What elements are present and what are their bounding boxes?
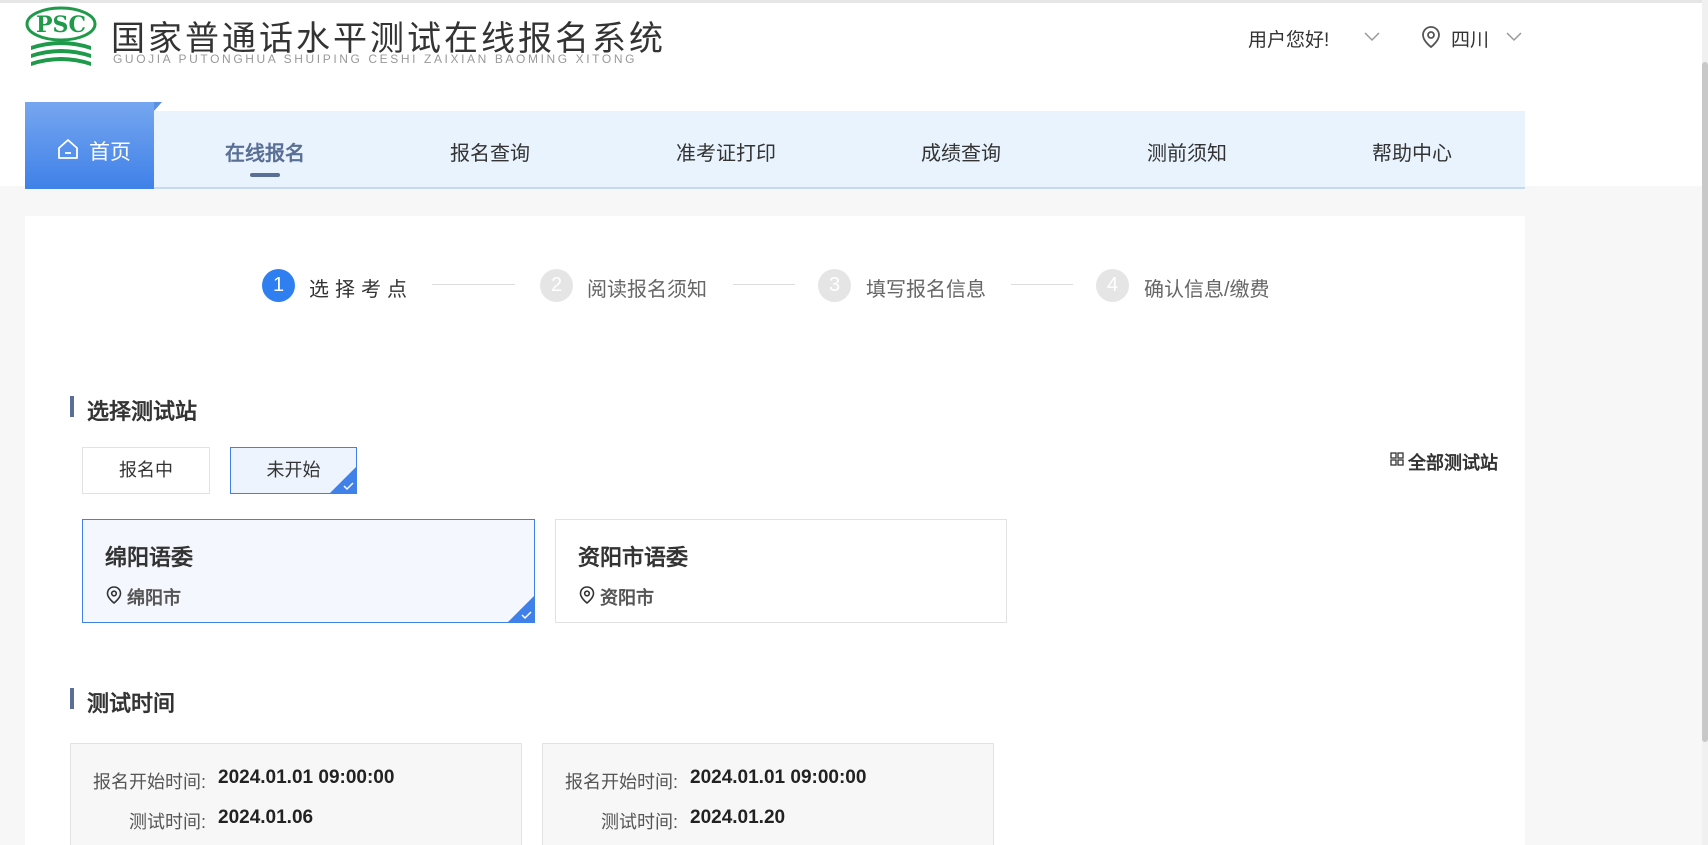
nav-online-register[interactable]: 在线报名: [225, 137, 305, 166]
user-greeting[interactable]: 用户您好!: [1248, 25, 1329, 52]
site-subtitle: GUOJIA PUTONGHUA SHUIPING CESHI ZAIXIAN …: [113, 52, 638, 66]
step-4-label: 确认信息/缴费: [1144, 279, 1270, 301]
nav-register-query[interactable]: 报名查询: [450, 137, 530, 166]
step-2-number: 2: [540, 269, 573, 302]
station-section-title: 选择测试站: [87, 399, 198, 424]
step-3-label: 填写报名信息: [866, 279, 986, 301]
nav-home-label: 首页: [89, 141, 131, 164]
test-time-value: 2024.01.20: [690, 807, 786, 828]
page-scrollbar-thumb[interactable]: [1702, 62, 1708, 742]
start-time-value: 2024.01.01 09:00:00: [690, 767, 867, 788]
station-city: 资阳市: [600, 588, 654, 608]
step-4-number: 4: [1096, 269, 1129, 302]
start-time-label: 报名开始时间:: [564, 772, 678, 792]
test-time-card[interactable]: 报名开始时间: 2024.01.01 09:00:00 测试时间: 2024.0…: [542, 743, 994, 845]
tab-not-started-label: 未开始: [266, 460, 321, 480]
main-nav: 首页 在线报名 报名查询 准考证打印 成绩查询 测前须知 帮助中心: [25, 102, 1525, 189]
nav-admission-print[interactable]: 准考证打印: [676, 137, 776, 166]
time-section-title: 测试时间: [87, 691, 176, 716]
site-logo[interactable]: PSC 国家普通话水平测试在线报名系统 GUOJIA PUTONGHUA SHU…: [25, 6, 685, 72]
station-city: 绵阳市: [127, 588, 181, 608]
station-card[interactable]: 绵阳语委 绵阳市: [82, 519, 535, 623]
chevron-down-icon[interactable]: [1506, 32, 1522, 42]
start-time-value: 2024.01.01 09:00:00: [218, 767, 395, 788]
step-connector: [432, 284, 515, 285]
section-bar: [70, 688, 74, 709]
test-time-value: 2024.01.06: [218, 807, 314, 828]
home-icon: [58, 139, 78, 159]
nav-pretest-notice[interactable]: 测前须知: [1147, 137, 1227, 166]
step-connector: [1011, 284, 1073, 285]
checkmark-icon: [343, 482, 354, 491]
nav-home-fold: [154, 102, 162, 111]
test-time-label: 测试时间:: [128, 812, 206, 832]
checkmark-icon: [521, 611, 532, 620]
test-time-card[interactable]: 报名开始时间: 2024.01.01 09:00:00 测试时间: 2024.0…: [70, 743, 522, 845]
station-name: 绵阳语委: [105, 545, 194, 570]
station-name: 资阳市语委: [578, 545, 689, 570]
tab-not-started[interactable]: 未开始: [230, 447, 357, 494]
location-label[interactable]: 四川: [1451, 25, 1489, 52]
grid-icon[interactable]: [1390, 452, 1404, 466]
nav-home[interactable]: 首页: [25, 102, 162, 189]
location-pin-icon[interactable]: [1420, 25, 1442, 49]
step-1-label: 选择考点: [309, 279, 413, 301]
section-bar: [70, 396, 74, 417]
svg-text:PSC: PSC: [36, 12, 86, 38]
step-1-number: 1: [262, 269, 295, 302]
step-connector: [733, 284, 795, 285]
location-pin-icon: [579, 586, 595, 604]
selected-corner-mark: [330, 467, 356, 493]
nav-score-query[interactable]: 成绩查询: [921, 137, 1001, 166]
top-header: PSC 国家普通话水平测试在线报名系统 GUOJIA PUTONGHUA SHU…: [0, 0, 1708, 189]
location-pin-icon: [106, 586, 122, 604]
chevron-down-icon[interactable]: [1364, 32, 1380, 42]
start-time-label: 报名开始时间:: [92, 772, 206, 792]
tab-registering[interactable]: 报名中: [82, 447, 210, 494]
nav-help-center[interactable]: 帮助中心: [1372, 137, 1452, 166]
test-time-label: 测试时间:: [600, 812, 678, 832]
station-card[interactable]: 资阳市语委 资阳市: [555, 519, 1007, 623]
step-3-number: 3: [818, 269, 851, 302]
all-stations-link[interactable]: 全部测试站: [1408, 449, 1498, 475]
step-2-label: 阅读报名须知: [587, 279, 707, 301]
selected-corner-mark: [508, 596, 534, 622]
nav-active-underline: [250, 173, 280, 177]
psc-logo-icon: PSC: [25, 6, 97, 66]
